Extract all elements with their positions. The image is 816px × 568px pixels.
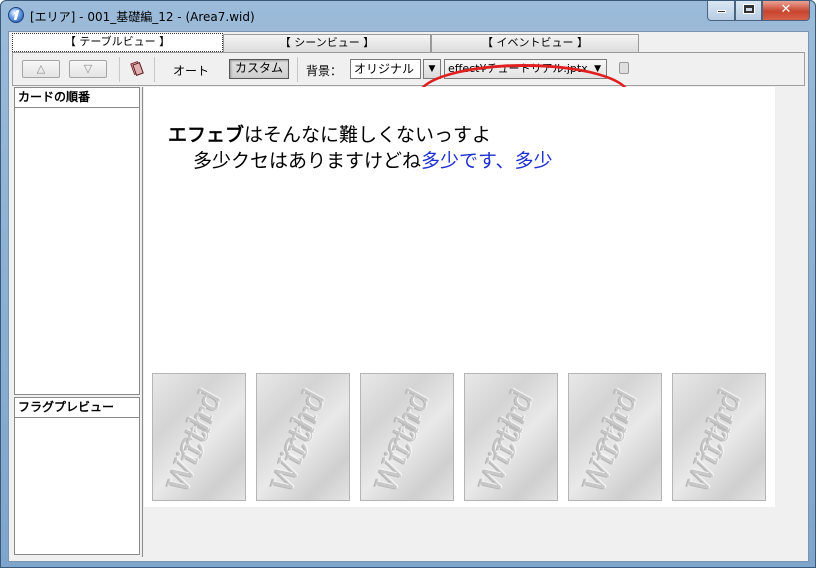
- flag-preview-list[interactable]: [15, 418, 139, 554]
- background-select[interactable]: オリジナル: [350, 59, 421, 79]
- card[interactable]: Card Wirth: [256, 373, 350, 501]
- tab-scene-view[interactable]: 【 シーンビュー 】: [223, 34, 431, 52]
- message-text-rest: はそんなに難しくないっすよ: [244, 124, 492, 146]
- message-bold-text: エフェブ: [168, 124, 245, 146]
- tab-table-view[interactable]: 【 テーブルビュー 】: [12, 33, 223, 52]
- flag-preview-panel: フラグプレビュー: [14, 397, 140, 555]
- move-up-button[interactable]: △: [22, 60, 60, 78]
- background-file-select[interactable]: effect¥チュートリアル.jptx ▼: [444, 59, 607, 79]
- toolbar-separator: [154, 57, 155, 82]
- close-icon: ✕: [780, 2, 792, 17]
- minimize-icon: [716, 10, 726, 13]
- app-icon: [8, 7, 24, 23]
- card[interactable]: Card Wirth: [672, 373, 766, 501]
- title-bar[interactable]: [エリア] - 001_基礎編_12 - (Area7.wid) ✕: [1, 1, 815, 31]
- close-button[interactable]: ✕: [762, 1, 810, 21]
- flag-preview-header: フラグプレビュー: [15, 398, 139, 418]
- window-title: [エリア] - 001_基礎編_12 - (Area7.wid): [30, 10, 255, 24]
- card[interactable]: Card Wirth: [152, 373, 246, 501]
- panel-splitter[interactable]: [142, 87, 143, 557]
- card-order-header: カードの順番: [15, 88, 139, 108]
- background-file-value: effect¥チュートリアル.jptx: [448, 62, 588, 75]
- lock-icon[interactable]: [619, 62, 629, 74]
- minimize-button[interactable]: [707, 1, 735, 21]
- toolbar-separator: [119, 57, 120, 82]
- client-area: 【 テーブルビュー 】 【 シーンビュー 】 【 イベントビュー 】 △ ▽ オ…: [8, 31, 809, 562]
- chevron-down-icon[interactable]: ▼: [423, 59, 441, 79]
- message-text-normal: 多少クセはありますけどね: [193, 150, 422, 172]
- custom-toggle-button[interactable]: カスタム: [229, 59, 289, 79]
- maximize-icon: [743, 5, 754, 13]
- message-text-blue: 多少です、多少: [421, 150, 553, 172]
- auto-option[interactable]: オート: [173, 62, 209, 79]
- background-label: 背景：: [306, 64, 343, 78]
- card[interactable]: Card Wirth: [568, 373, 662, 501]
- move-down-button[interactable]: ▽: [69, 60, 107, 78]
- card[interactable]: Card Wirth: [360, 373, 454, 501]
- card-order-panel: カードの順番: [14, 87, 140, 395]
- card-stack-icon[interactable]: [130, 60, 144, 77]
- maximize-button[interactable]: [735, 1, 762, 21]
- message-line-2: 多少クセはありますけどね多少です、多少: [168, 148, 553, 174]
- tab-event-view[interactable]: 【 イベントビュー 】: [431, 34, 639, 52]
- toolbar: △ ▽ オート カスタム 背景： オリジナル ▼ effect¥チュートリアル.…: [12, 53, 805, 126]
- message-text: エフェブはそんなに難しくないっすよ 多少クセはありますけどね多少です、多少: [168, 122, 553, 174]
- message-line-1: エフェブはそんなに難しくないっすよ: [168, 122, 553, 148]
- card[interactable]: Card Wirth: [464, 373, 558, 501]
- application-window: [エリア] - 001_基礎編_12 - (Area7.wid) ✕ 【 テーブ…: [0, 0, 816, 568]
- toolbar-separator: [297, 57, 298, 82]
- card-order-list[interactable]: [15, 108, 139, 394]
- chevron-down-icon: ▼: [594, 64, 601, 74]
- table-view-canvas[interactable]: エフェブはそんなに難しくないっすよ 多少クセはありますけどね多少です、多少 Ca…: [144, 87, 775, 507]
